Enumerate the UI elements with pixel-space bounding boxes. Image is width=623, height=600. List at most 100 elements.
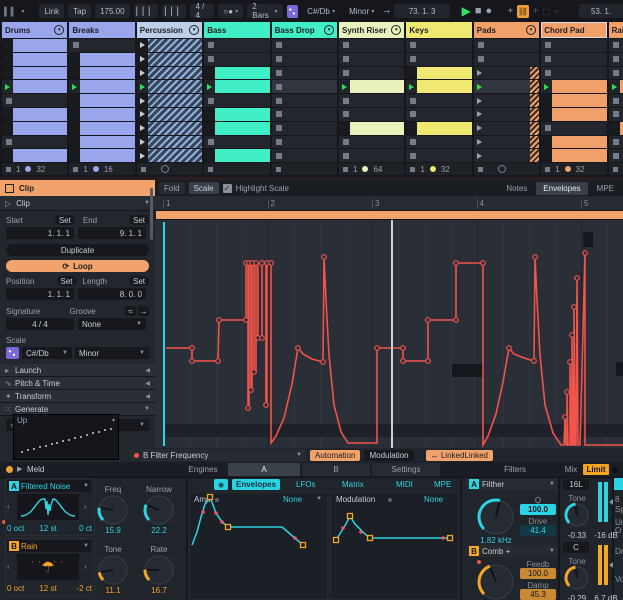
clip-bar-hatched[interactable] <box>148 136 202 149</box>
track-stop-all-button[interactable] <box>343 167 348 172</box>
clip-play-button[interactable] <box>2 39 13 52</box>
groove-hear-icon[interactable]: ≈ <box>125 306 136 316</box>
clip-stop-button[interactable] <box>276 56 282 62</box>
clip-play-button[interactable] <box>406 67 417 80</box>
clip-stop-button[interactable] <box>208 139 214 145</box>
clip-slot[interactable] <box>474 149 539 162</box>
track-header[interactable]: Rain <box>609 22 623 38</box>
clip-play-button-playing[interactable] <box>609 80 620 93</box>
clip-slot[interactable] <box>339 108 404 121</box>
duplicate-button[interactable]: Duplicate <box>6 244 149 256</box>
mix-a-level-fader[interactable] <box>598 482 602 522</box>
clip-stop-button[interactable] <box>613 42 619 48</box>
clip-slot[interactable] <box>474 67 539 80</box>
clip-slot[interactable] <box>541 39 606 52</box>
subtab-matrix[interactable]: Matrix <box>338 479 368 490</box>
clip-play-button[interactable] <box>474 67 485 80</box>
clip-play-button[interactable] <box>137 108 148 121</box>
clip-stop-button[interactable] <box>343 153 349 159</box>
clip-bar-hatch-right[interactable] <box>530 108 539 121</box>
clip-slot[interactable] <box>541 94 606 107</box>
clip-slot[interactable] <box>69 108 134 121</box>
tab-mpe[interactable]: MPE <box>590 182 621 195</box>
engine-select-a[interactable]: AFiltered Noise▼ <box>7 480 91 492</box>
clip-slot[interactable] <box>2 80 67 93</box>
breakpoint-handle[interactable] <box>570 333 575 338</box>
loop-toggle-icon[interactable]: ○ <box>554 7 559 16</box>
clip-slot[interactable] <box>541 53 606 66</box>
clip-stop-button[interactable] <box>276 125 282 131</box>
clip-bar-hatch-right[interactable] <box>530 122 539 135</box>
clip-stop-button[interactable] <box>343 42 349 48</box>
fold-button[interactable]: Fold <box>159 182 185 194</box>
clip-slot[interactable] <box>69 94 134 107</box>
clip-play-button-playing[interactable] <box>2 80 13 93</box>
breakpoint-handle[interactable] <box>321 360 326 365</box>
clip-slot[interactable] <box>339 122 404 135</box>
engine-next-button[interactable]: › <box>84 562 87 571</box>
time-signature-field[interactable]: 4 / 4 <box>190 4 214 18</box>
clip-slot[interactable] <box>204 136 269 149</box>
shape-mode-label[interactable]: Up <box>17 416 27 425</box>
clip-bar[interactable] <box>620 122 623 135</box>
clip-stop-button[interactable] <box>613 153 619 159</box>
clip-bar[interactable] <box>350 80 404 93</box>
record-button[interactable]: ● <box>486 5 493 17</box>
clip-stop-button[interactable] <box>410 98 416 104</box>
clip-slot[interactable] <box>609 39 623 52</box>
groove-commit-icon[interactable]: → <box>138 306 149 316</box>
end-set-button[interactable]: Set <box>129 215 149 225</box>
breakpoint-handle[interactable] <box>572 305 577 310</box>
subtab-envelopes[interactable]: Envelopes <box>232 479 280 490</box>
breakpoint-handle[interactable] <box>260 336 265 341</box>
clip-bar[interactable] <box>13 80 67 93</box>
clip-slot[interactable] <box>339 39 404 52</box>
clip-slot[interactable] <box>474 53 539 66</box>
clip-play-button[interactable] <box>204 122 215 135</box>
clip-bar[interactable] <box>215 149 269 162</box>
loop-brace[interactable] <box>156 211 623 219</box>
clip-slot[interactable] <box>339 136 404 149</box>
automation-toggle[interactable]: Automation <box>310 450 360 461</box>
clip-bar[interactable] <box>80 149 134 162</box>
clip-slot[interactable] <box>474 136 539 149</box>
clip-bar[interactable] <box>13 149 67 162</box>
clip-play-button[interactable] <box>406 122 417 135</box>
clip-stop-button[interactable] <box>276 42 282 48</box>
clip-slot[interactable] <box>137 94 202 107</box>
track-header[interactable]: Bass Drop▾ <box>272 22 337 38</box>
clip-activator-checkbox[interactable] <box>5 184 14 193</box>
clip-stop-button[interactable] <box>478 56 484 62</box>
clip-stop-button[interactable] <box>276 70 282 76</box>
clip-slot[interactable] <box>2 94 67 107</box>
engine-next-button[interactable]: › <box>84 502 87 511</box>
clip-slot[interactable] <box>406 53 471 66</box>
clip-slot[interactable] <box>69 149 134 162</box>
damp-value-field[interactable]: 45.3 <box>520 589 556 600</box>
clip-slot[interactable] <box>609 122 623 135</box>
clip-slot[interactable] <box>406 94 471 107</box>
engine-tab-a[interactable]: A <box>228 463 300 476</box>
limit-toggle[interactable]: Limit <box>583 464 609 475</box>
envelope-param-select[interactable]: B Filter Frequency ▼ <box>130 449 306 461</box>
clip-bar[interactable] <box>80 108 134 121</box>
clip-slot[interactable] <box>406 108 471 121</box>
narrow-knob[interactable] <box>142 493 176 527</box>
breakpoint-handle[interactable] <box>454 261 459 266</box>
clip-play-button[interactable] <box>474 94 485 107</box>
breakpoint-handle[interactable] <box>401 346 406 351</box>
filter-select-b[interactable]: BComb +▼ <box>466 545 558 557</box>
envelope-value-line[interactable] <box>163 222 165 446</box>
clip-slot[interactable] <box>69 80 134 93</box>
clip-play-button-playing[interactable] <box>137 80 148 93</box>
mix-a-fader-handle-icon[interactable] <box>609 499 613 505</box>
clip-stop-button[interactable] <box>343 56 349 62</box>
clip-stop-button[interactable] <box>6 98 12 104</box>
clip-stop-button[interactable] <box>410 42 416 48</box>
engine-prev-button[interactable]: ‹ <box>7 502 10 511</box>
clip-stop-button[interactable] <box>208 98 214 104</box>
track-header[interactable]: Breaks <box>69 22 134 38</box>
clip-bar-hatched[interactable] <box>148 149 202 162</box>
breakpoint-handle[interactable] <box>401 359 406 364</box>
clip-slot[interactable] <box>204 149 269 162</box>
